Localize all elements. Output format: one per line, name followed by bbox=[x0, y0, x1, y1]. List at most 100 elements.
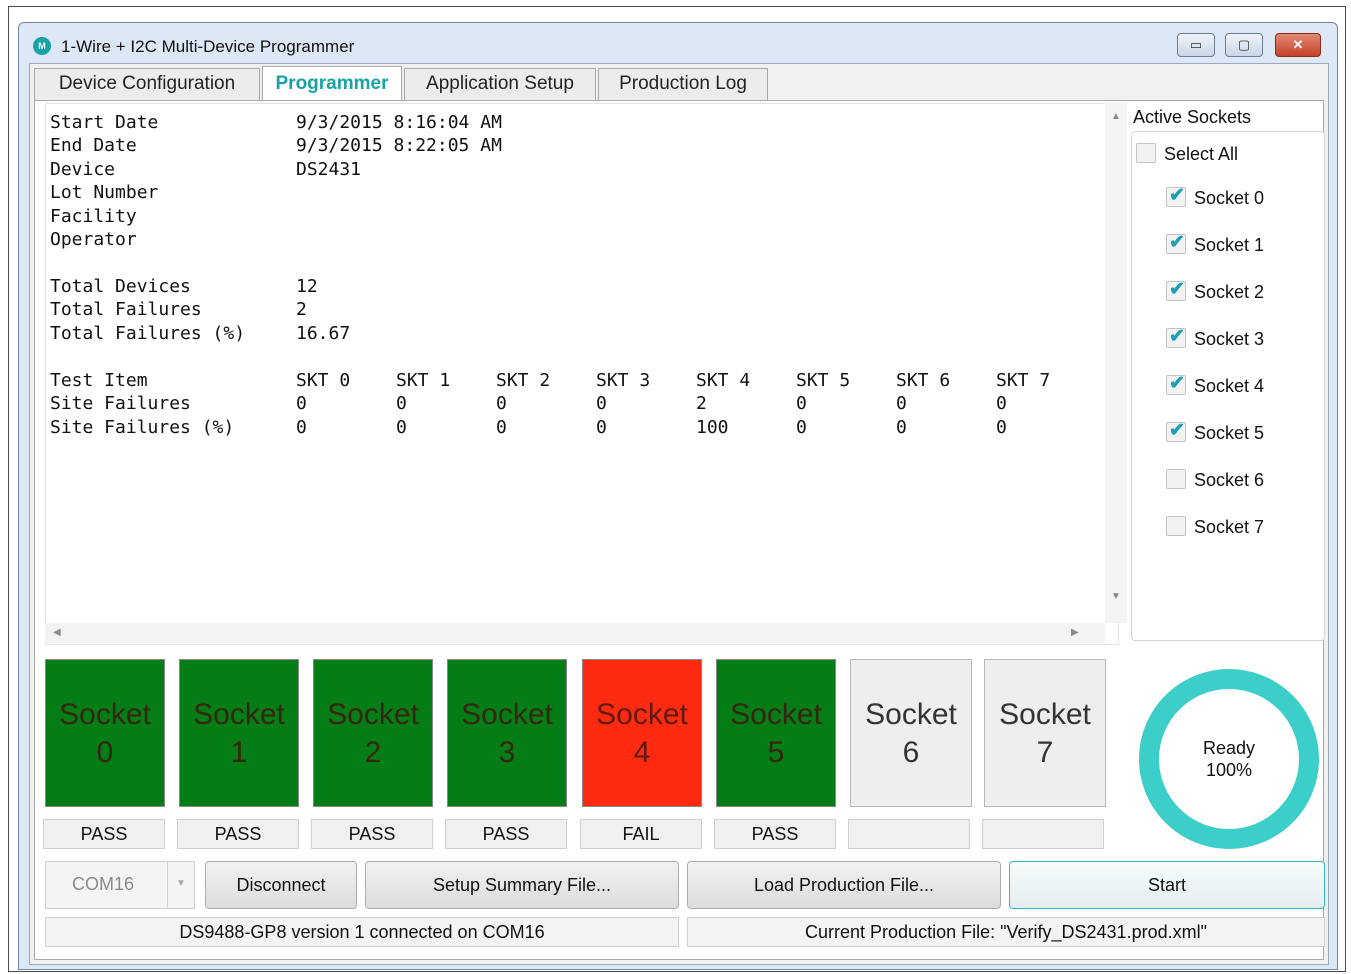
checkbox[interactable]: ✔ bbox=[1166, 373, 1186, 395]
progress-ring: Ready 100% bbox=[1137, 667, 1321, 851]
socket-tile-title: Socket bbox=[327, 698, 419, 731]
failure-table-cell: SKT 2 bbox=[496, 370, 551, 391]
failure-table-cell: SKT 3 bbox=[596, 370, 651, 391]
socket-result-6 bbox=[848, 819, 970, 849]
checkbox-label: Socket 3 bbox=[1194, 329, 1265, 349]
scroll-right-icon[interactable]: ▶ bbox=[1071, 627, 1079, 638]
failure-table-cell: 0 bbox=[896, 393, 907, 414]
failure-table-row-label: Site Failures bbox=[50, 393, 191, 414]
checkmark-icon: ✔ bbox=[1169, 232, 1185, 253]
close-button[interactable]: ✕ bbox=[1275, 33, 1321, 57]
com-port-value: COM16 bbox=[72, 874, 135, 894]
report-row-value: 16.67 bbox=[296, 323, 351, 344]
progress-percent: 100% bbox=[1205, 760, 1253, 780]
failure-table-cell: 100 bbox=[696, 417, 729, 438]
socket-tile-0: Socket 0 bbox=[45, 659, 165, 807]
maxim-logo-icon: M bbox=[33, 37, 51, 55]
client-area: Device Configuration Programmer Applicat… bbox=[29, 63, 1329, 965]
chevron-down-icon: ▼ bbox=[176, 878, 186, 889]
checkbox[interactable]: ✔ bbox=[1166, 326, 1186, 348]
failure-table-cell: SKT 4 bbox=[696, 370, 751, 391]
report-row-value: 9/3/2015 8:16:04 AM bbox=[296, 112, 502, 133]
minimize-button[interactable]: ▭ bbox=[1177, 33, 1215, 57]
socket-tile-number: 3 bbox=[498, 736, 516, 769]
socket-result-5: PASS bbox=[714, 819, 836, 849]
report-row-value: 9/3/2015 8:22:05 AM bbox=[296, 135, 502, 156]
tab-programmer[interactable]: Programmer bbox=[262, 66, 402, 100]
production-summary-report[interactable]: Start Date 9/3/2015 8:16:04 AM End Date 9/3… bbox=[45, 103, 1119, 645]
scroll-up-icon[interactable]: ▲ bbox=[1111, 111, 1121, 122]
failure-table-cell: 2 bbox=[696, 393, 707, 414]
failure-table-row-label: Test Item bbox=[50, 370, 148, 391]
production-file-status: Current Production File: "Verify_DS2431.… bbox=[687, 917, 1325, 947]
tab-application-setup[interactable]: Application Setup bbox=[404, 68, 596, 100]
socket-tile-3: Socket 3 bbox=[447, 659, 567, 807]
failure-table-cell: 0 bbox=[796, 393, 807, 414]
report-row-label: End Date bbox=[50, 135, 137, 156]
load-production-file-button[interactable]: Load Production File... bbox=[687, 861, 1001, 909]
report-row-label: Total Failures (%) bbox=[50, 323, 246, 344]
failure-table-cell: 0 bbox=[296, 393, 307, 414]
checkbox-label: Socket 0 bbox=[1194, 188, 1265, 208]
checkbox[interactable] bbox=[1136, 143, 1156, 163]
socket-tile-number: 4 bbox=[633, 736, 651, 769]
socket-tile-number: 0 bbox=[96, 736, 114, 769]
socket-result-1: PASS bbox=[177, 819, 299, 849]
active-sockets-group: Select All ✔ Socket 0 ✔ Socket 1 ✔ Socket 2 ✔ So… bbox=[1131, 131, 1325, 641]
maximize-button[interactable]: ▢ bbox=[1225, 33, 1263, 57]
checkmark-icon: ✔ bbox=[1169, 185, 1185, 206]
checkmark-icon: ✔ bbox=[1169, 326, 1185, 347]
checkbox-label: Socket 7 bbox=[1194, 517, 1265, 537]
checkbox[interactable] bbox=[1166, 469, 1186, 489]
tab-device-configuration[interactable]: Device Configuration bbox=[34, 68, 260, 100]
failure-table-cell: SKT 0 bbox=[296, 370, 351, 391]
progress-status: Ready bbox=[1202, 738, 1256, 758]
failure-table-cell: SKT 5 bbox=[796, 370, 851, 391]
scroll-down-icon[interactable]: ▼ bbox=[1111, 591, 1121, 602]
socket-result-0: PASS bbox=[43, 819, 165, 849]
failure-table-cell: 0 bbox=[396, 393, 407, 414]
connection-status: DS9488-GP8 version 1 connected on COM16 bbox=[45, 917, 679, 947]
setup-summary-file-button[interactable]: Setup Summary File... bbox=[365, 861, 679, 909]
socket-tile-number: 7 bbox=[1036, 736, 1054, 769]
report-horizontal-scrollbar[interactable]: ◀ ▶ bbox=[45, 623, 1105, 643]
failure-table-cell: 0 bbox=[296, 417, 307, 438]
checkbox[interactable]: ✔ bbox=[1166, 232, 1186, 254]
socket-tile-title: Socket bbox=[730, 698, 822, 731]
failure-table-cell: 0 bbox=[796, 417, 807, 438]
start-button[interactable]: Start bbox=[1009, 861, 1325, 909]
report-row-value: 12 bbox=[296, 276, 318, 297]
checkbox-label: Socket 4 bbox=[1194, 376, 1265, 396]
report-vertical-scrollbar[interactable]: ▲ ▼ bbox=[1105, 103, 1127, 623]
checkbox[interactable]: ✔ bbox=[1166, 279, 1186, 301]
failure-table-cell: 0 bbox=[496, 393, 507, 414]
socket-result-3: PASS bbox=[445, 819, 567, 849]
app-window: M 1-Wire + I2C Multi-Device Programmer ▭… bbox=[18, 22, 1338, 970]
com-port-dropdown[interactable]: ▼ bbox=[167, 862, 194, 908]
report-row-value: DS2431 bbox=[296, 159, 362, 180]
tab-production-log[interactable]: Production Log bbox=[598, 68, 768, 100]
socket-tile-title: Socket bbox=[999, 698, 1091, 731]
socket-tile-2: Socket 2 bbox=[313, 659, 433, 807]
report-row-label: Start Date bbox=[50, 112, 159, 133]
checkbox[interactable] bbox=[1166, 516, 1186, 536]
checkbox[interactable]: ✔ bbox=[1166, 420, 1186, 442]
failure-table-cell: 0 bbox=[896, 417, 907, 438]
com-port-select[interactable]: COM16 ▼ bbox=[45, 861, 195, 909]
scroll-left-icon[interactable]: ◀ bbox=[53, 627, 61, 638]
disconnect-button[interactable]: Disconnect bbox=[205, 861, 357, 909]
checkbox[interactable]: ✔ bbox=[1166, 185, 1186, 207]
socket-result-7 bbox=[982, 819, 1104, 849]
report-row-label: Operator bbox=[50, 229, 137, 250]
failure-table-cell: 0 bbox=[396, 417, 407, 438]
socket-result-4: FAIL bbox=[580, 819, 702, 849]
failure-table-cell: 0 bbox=[596, 417, 607, 438]
checkbox-label: Select All bbox=[1164, 144, 1239, 164]
report-row-value: 2 bbox=[296, 299, 307, 320]
socket-tile-6: Socket 6 bbox=[850, 659, 972, 807]
report-row-label: Device bbox=[50, 159, 116, 180]
title-bar[interactable]: M 1-Wire + I2C Multi-Device Programmer ▭… bbox=[19, 23, 1337, 63]
socket-tile-number: 5 bbox=[767, 736, 785, 769]
failure-table-cell: 0 bbox=[996, 393, 1007, 414]
failure-table-cell: 0 bbox=[596, 393, 607, 414]
